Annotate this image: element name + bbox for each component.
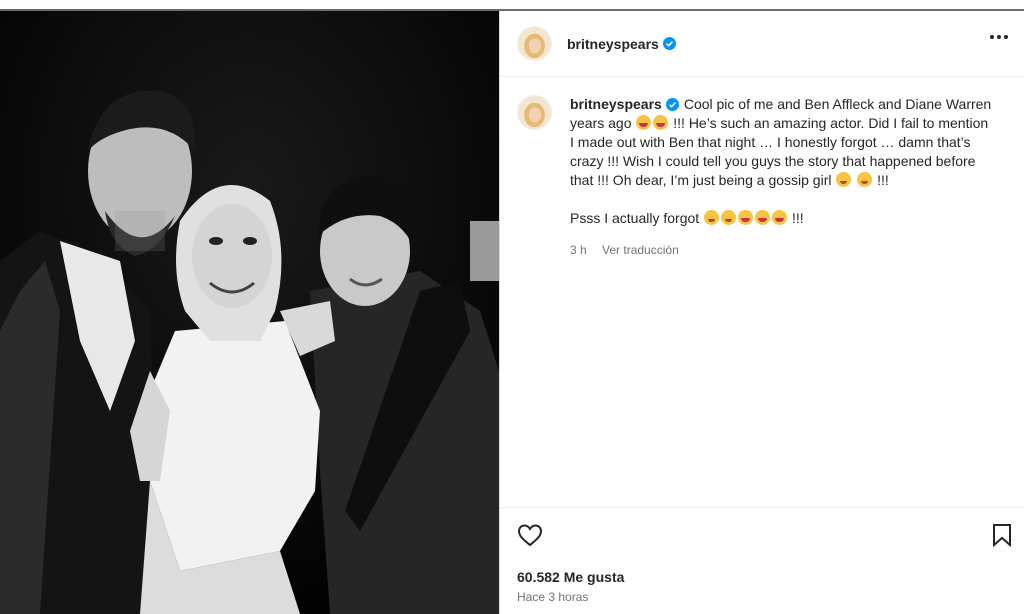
top-edge <box>0 0 1024 11</box>
avatar-image <box>518 27 551 60</box>
bookmark-icon[interactable] <box>992 523 1012 547</box>
likes-count[interactable]: 60.582 Me gusta <box>517 569 624 585</box>
caption-avatar[interactable] <box>517 95 552 130</box>
post-header: britneyspears <box>500 11 1024 77</box>
verified-badge-icon <box>662 37 676 50</box>
post-time[interactable]: 3 h <box>570 243 587 257</box>
post-photo[interactable] <box>0 11 499 614</box>
laughing-emoji-icon <box>653 115 669 130</box>
avatar-image <box>518 96 551 129</box>
caption-meta: 3 h Ver traducción <box>570 241 995 260</box>
username[interactable]: britneyspears <box>567 36 659 52</box>
zany-face-emoji-icon <box>704 210 720 225</box>
caption-part-4: Psss I actually forgot <box>570 210 700 226</box>
laughing-emoji-icon <box>772 210 788 225</box>
more-options-icon[interactable] <box>990 35 1008 39</box>
caption-text: britneyspears Cool pic of me and Ben Affl… <box>570 95 995 260</box>
post-sidebar: britneyspears britneyspears Cool pic of m… <box>499 11 1024 614</box>
translate-link[interactable]: Ver traducción <box>602 243 679 257</box>
caption-section: britneyspears Cool pic of me and Ben Affl… <box>500 77 1024 260</box>
winking-tongue-emoji-icon <box>721 210 737 225</box>
post-actions: 60.582 Me gusta Hace 3 horas <box>500 507 1024 614</box>
photo-image <box>0 11 499 614</box>
caption-part-5: !!! <box>791 210 804 226</box>
verified-badge-icon <box>665 98 679 111</box>
crazy-face-emoji-icon <box>836 172 852 187</box>
zany-face-emoji-icon <box>857 172 873 187</box>
avatar[interactable] <box>517 26 552 61</box>
caption-username[interactable]: britneyspears <box>570 96 662 112</box>
caption-part-2: !!! He’s such an amazing actor. Did I fa… <box>570 115 989 188</box>
posted-ago: Hace 3 horas <box>517 590 589 604</box>
heart-icon[interactable] <box>517 523 543 547</box>
laughing-emoji-icon <box>738 210 754 225</box>
caption-part-3: !!! <box>877 172 889 188</box>
laughing-emoji-icon <box>636 115 652 130</box>
laughing-emoji-icon <box>755 210 771 225</box>
